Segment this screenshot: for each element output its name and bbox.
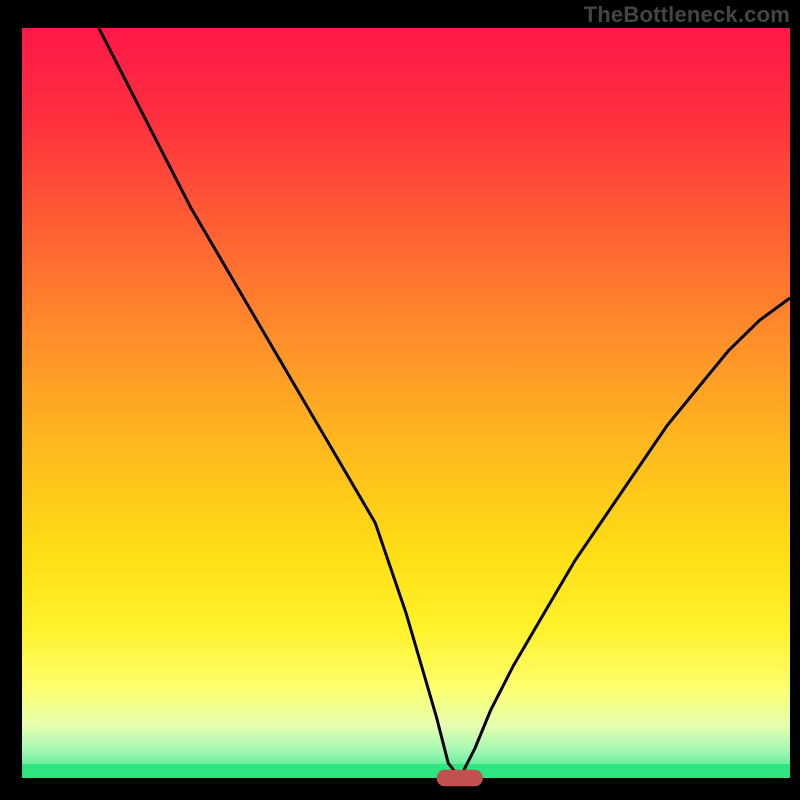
plot-background xyxy=(22,28,790,778)
watermark-text: TheBottleneck.com xyxy=(584,2,790,28)
bottleneck-chart xyxy=(0,0,800,800)
plot-green-band xyxy=(22,764,790,778)
optimal-point-marker xyxy=(437,770,483,787)
chart-frame: TheBottleneck.com xyxy=(0,0,800,800)
